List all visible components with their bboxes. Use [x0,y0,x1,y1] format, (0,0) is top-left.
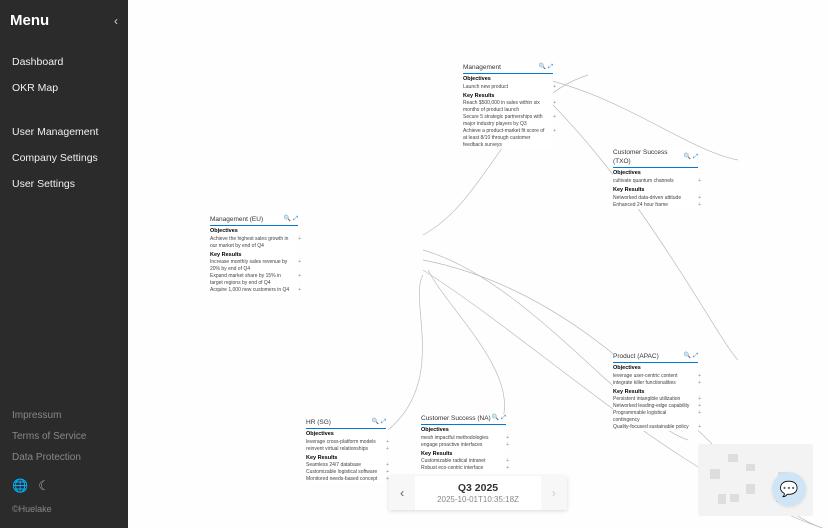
collapse-sidebar-icon[interactable]: ‹ [114,14,118,28]
period-date: 2025-10-01T10:35:18Z [437,495,519,504]
node-hr-sg[interactable]: HR (SG)🔍⤢ Objectives leverage cross-plat… [306,418,386,483]
mindmap-canvas[interactable]: Management🔍⤢ Objectives Launch new produ… [128,0,828,528]
chat-fab-button[interactable]: 💬 [772,472,806,506]
sidebar-item-user-settings[interactable]: User Settings [10,171,118,197]
expand-icon[interactable]: ⤢ [293,215,298,223]
expand-icon[interactable]: ⤢ [548,63,553,71]
footer-link-tos[interactable]: Terms of Service [10,426,118,447]
footer-link-impressum[interactable]: Impressum [10,405,118,426]
copyright: ©Huelake [10,502,118,516]
globe-icon[interactable]: 🌐 [12,478,28,494]
period-title: Q3 2025 [437,482,519,494]
expand-icon[interactable]: ⤢ [381,418,386,426]
expand-icon[interactable]: ⤢ [501,414,506,422]
node-management-eu[interactable]: Management (EU)🔍⤢ Objectives Achieve the… [210,215,298,294]
period-prev-button[interactable]: ‹ [389,476,415,510]
expand-icon[interactable]: ⤢ [693,153,698,161]
node-product-apac[interactable]: Product (APAC)🔍⤢ Objectives leverage use… [613,352,698,431]
node-management[interactable]: Management🔍⤢ Objectives Launch new produ… [463,63,553,149]
search-icon[interactable]: 🔍 [372,418,379,426]
search-icon[interactable]: 🔍 [684,352,691,360]
sidebar-item-user-management[interactable]: User Management [10,119,118,145]
expand-icon[interactable]: ⤢ [693,352,698,360]
node-customer-success-na[interactable]: Customer Success (NA)🔍⤢ Objectives mesh … [421,414,506,472]
sidebar: Menu ‹ Dashboard OKR Map User Management… [0,0,128,528]
period-navigator: ‹ Q3 2025 2025-10-01T10:35:18Z › [389,476,567,510]
moon-icon[interactable]: ☾ [38,478,50,494]
menu-title: Menu [10,12,49,29]
sidebar-item-dashboard[interactable]: Dashboard [10,49,118,75]
footer-link-data-protection[interactable]: Data Protection [10,447,118,468]
search-icon[interactable]: 🔍 [492,414,499,422]
search-icon[interactable]: 🔍 [539,63,546,71]
search-icon[interactable]: 🔍 [684,153,691,161]
period-next-button[interactable]: › [541,476,567,510]
sidebar-item-company-settings[interactable]: Company Settings [10,145,118,171]
node-customer-success-txo[interactable]: Customer Success (TXO)🔍⤢ Objectives cult… [613,148,698,209]
search-icon[interactable]: 🔍 [284,215,291,223]
sidebar-item-okr-map[interactable]: OKR Map [10,75,118,101]
